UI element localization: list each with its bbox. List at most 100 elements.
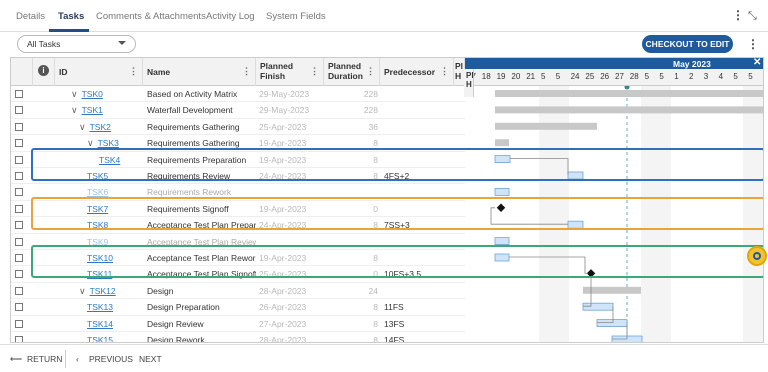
predecessor: [384, 201, 452, 217]
task-row[interactable]: TSK4 Requirements Preparation 19-Apr-2023 8: [11, 152, 465, 168]
task-id-link[interactable]: TSK8: [87, 220, 108, 230]
predecessor: [384, 234, 452, 250]
task-id-link[interactable]: TSK9: [87, 237, 108, 247]
task-row[interactable]: TSK9 Acceptance Test Plan Review: [11, 234, 465, 250]
row-checkbox[interactable]: [15, 237, 23, 246]
task-row[interactable]: ∨ TSK2 Requirements Gathering 25-Apr-2023 36: [11, 119, 465, 136]
return-arrow-icon[interactable]: ⟵: [10, 354, 22, 365]
task-row[interactable]: TSK5 Requirements Review 24-Apr-2023 8 4FS+2: [11, 168, 465, 185]
tab-system-fields[interactable]: System Fields: [266, 11, 326, 22]
task-bar[interactable]: [494, 155, 511, 163]
task-bar[interactable]: [596, 319, 628, 328]
assistant-button[interactable]: [747, 246, 767, 266]
summary-bar[interactable]: [583, 286, 641, 294]
previous-button[interactable]: PREVIOUS: [89, 354, 133, 364]
row-checkbox[interactable]: [15, 90, 23, 98]
task-bar[interactable]: [494, 188, 510, 196]
task-row[interactable]: ∨ TSK0 Based on Activity Matrix 29-May-2023…: [11, 86, 465, 103]
task-row[interactable]: TSK15 Design Rework 28-Apr-2023 8 14FS: [11, 332, 465, 342]
task-id-link[interactable]: TSK14: [87, 319, 113, 329]
task-bar[interactable]: [582, 302, 614, 311]
task-id-link[interactable]: TSK7: [87, 204, 108, 214]
task-id-cell: TSK9: [87, 234, 143, 250]
row-checkbox[interactable]: [15, 221, 23, 230]
summary-bar[interactable]: [495, 90, 764, 97]
task-id-link[interactable]: TSK1: [82, 105, 103, 115]
summary-bar[interactable]: [495, 106, 764, 114]
task-row[interactable]: ∨ TSK3 Requirements Gathering 19-Apr-2023 8: [11, 135, 465, 152]
collapse-icon[interactable]: ⤡: [748, 10, 757, 23]
row-checkbox[interactable]: [15, 303, 23, 312]
more-options-icon[interactable]: ⋮: [732, 9, 744, 21]
task-bar[interactable]: [567, 171, 584, 180]
task-bar[interactable]: [494, 253, 510, 262]
row-checkbox[interactable]: [15, 286, 23, 295]
row-checkbox[interactable]: [15, 172, 23, 180]
task-row[interactable]: TSK8 Acceptance Test Plan Preparation24-A…: [11, 217, 465, 234]
row-checkbox[interactable]: [15, 122, 23, 131]
chevron-down-icon[interactable]: ∨: [71, 102, 78, 118]
task-row[interactable]: TSK13 Design Preparation 26-Apr-2023 8 11FS: [11, 299, 465, 316]
task-id-link[interactable]: TSK11: [87, 269, 112, 279]
task-id-link[interactable]: TSK5: [87, 171, 108, 181]
task-id-link[interactable]: TSK6: [87, 187, 108, 197]
column-menu-icon[interactable]: ⋮: [440, 66, 449, 76]
task-id-link[interactable]: TSK3: [98, 138, 119, 148]
task-row[interactable]: TSK6 Requirements Rework: [11, 184, 465, 201]
next-button[interactable]: NEXT: [139, 354, 162, 364]
task-id-link[interactable]: TSK10: [87, 253, 113, 263]
task-row[interactable]: ∨ TSK1 Waterfall Development 29-May-2023 228: [11, 102, 465, 119]
task-id-cell: TSK10: [87, 250, 143, 266]
column-menu-icon[interactable]: ⋮: [242, 66, 251, 76]
header-name-label: Name: [147, 67, 171, 77]
row-checkbox[interactable]: [15, 188, 23, 197]
task-id-link[interactable]: TSK13: [87, 302, 113, 312]
toolbar-more-icon[interactable]: ⋮: [747, 38, 759, 50]
header-id[interactable]: ID ⋮: [55, 58, 143, 86]
task-row[interactable]: TSK11 Acceptance Test Plan Signoff 25-Apr-…: [11, 266, 465, 283]
close-icon[interactable]: ✕: [753, 58, 761, 68]
tab-activity-log[interactable]: Activity Log: [206, 11, 255, 22]
summary-bar[interactable]: [495, 122, 597, 130]
header-planned-duration[interactable]: Planned Duration ⋮: [324, 58, 380, 86]
row-checkbox[interactable]: [15, 336, 23, 342]
column-menu-icon[interactable]: ⋮: [129, 66, 138, 76]
row-checkbox[interactable]: [15, 106, 23, 115]
row-checkbox[interactable]: [15, 254, 23, 262]
task-name: Design: [147, 285, 174, 296]
task-row[interactable]: TSK14 Design Review 27-Apr-2023 8 13FS: [11, 316, 465, 332]
task-id-link[interactable]: TSK12: [90, 286, 116, 296]
task-id-link[interactable]: TSK2: [90, 122, 111, 132]
task-id-link[interactable]: TSK15: [87, 335, 113, 342]
tab-tasks[interactable]: Tasks: [58, 11, 84, 22]
header-predecessor[interactable]: Predecessor ⋮: [380, 58, 454, 86]
tab-comments-attachments[interactable]: Comments & Attachments: [96, 11, 206, 22]
task-row[interactable]: ∨ TSK12 Design 28-Apr-2023 24: [11, 283, 465, 300]
previous-chevron-icon[interactable]: ‹: [76, 354, 79, 364]
chevron-down-icon[interactable]: ∨: [79, 119, 86, 135]
return-button[interactable]: RETURN: [27, 354, 62, 364]
row-checkbox[interactable]: [15, 155, 23, 164]
row-checkbox[interactable]: [15, 319, 23, 328]
row-checkbox[interactable]: [15, 204, 23, 213]
task-row[interactable]: TSK10 Acceptance Test Plan Rework 19-Apr-2…: [11, 250, 465, 267]
column-menu-icon[interactable]: ⋮: [366, 66, 375, 76]
task-bar[interactable]: [567, 220, 584, 229]
task-filter-select[interactable]: All Tasks: [17, 35, 136, 53]
task-row[interactable]: TSK7 Requirements Signoff 19-Apr-2023 0: [11, 201, 465, 218]
row-checkbox[interactable]: [15, 139, 23, 148]
tab-details[interactable]: Details: [16, 11, 45, 22]
weekend-shade: [743, 86, 763, 342]
task-id-link[interactable]: TSK4: [99, 155, 120, 165]
summary-bar[interactable]: [495, 139, 509, 147]
row-checkbox[interactable]: [15, 270, 23, 279]
checkout-to-edit-button[interactable]: CHECKOUT TO EDIT: [642, 35, 733, 53]
task-bar[interactable]: [494, 237, 510, 246]
chevron-down-icon[interactable]: ∨: [71, 86, 78, 102]
chevron-down-icon[interactable]: ∨: [79, 283, 86, 299]
header-name[interactable]: Name ⋮: [143, 58, 256, 86]
task-id-link[interactable]: TSK0: [82, 89, 103, 99]
header-planned-finish[interactable]: Planned Finish ⋮: [256, 58, 324, 86]
column-menu-icon[interactable]: ⋮: [310, 66, 319, 76]
chevron-down-icon[interactable]: ∨: [87, 135, 94, 151]
